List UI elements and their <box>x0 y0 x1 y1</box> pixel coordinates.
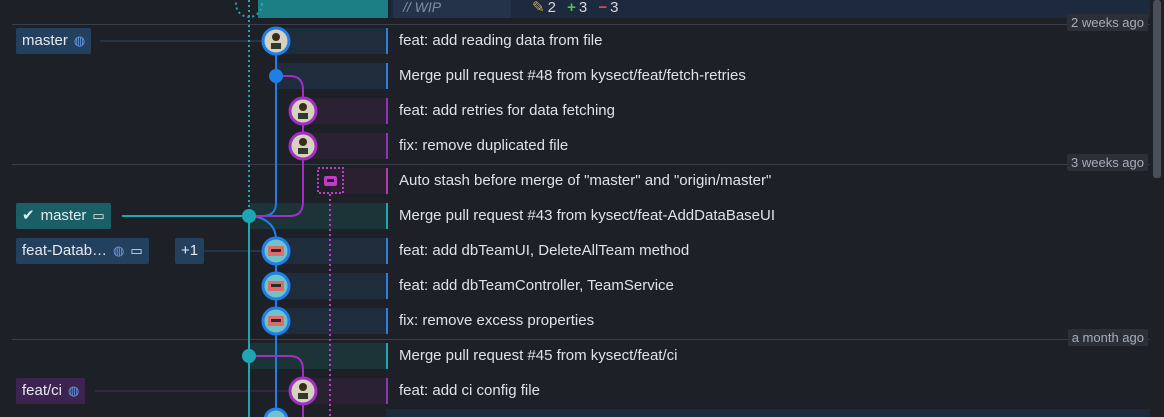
commit-avatar[interactable] <box>263 407 289 417</box>
branch-label-master-local[interactable]: ✔ master ▭ <box>16 203 111 229</box>
commit-avatar[interactable] <box>288 96 318 126</box>
branch-name: master <box>22 32 68 49</box>
branch-label-master-remote[interactable]: master ◍ <box>16 28 92 54</box>
commit-row[interactable]: Merge pull request #43 from kysect/feat-… <box>386 199 1150 233</box>
commit-message: Merge pull request #43 from kysect/feat-… <box>399 207 776 224</box>
commit-row[interactable]: fix: remove excess properties <box>386 304 1150 338</box>
row-accent <box>386 28 388 54</box>
row-accent <box>386 133 388 159</box>
remote-avatar-icon: ◍ <box>73 33 86 48</box>
commit-message: feat: add reading data from file <box>399 32 603 49</box>
commit-avatar[interactable] <box>261 271 291 301</box>
laptop-icon: ▭ <box>130 243 143 258</box>
commit-avatar[interactable] <box>288 376 318 406</box>
row-accent <box>386 378 388 404</box>
row-accent <box>386 343 388 369</box>
commit-message: Merge pull request #48 from kysect/feat/… <box>399 67 746 84</box>
commit-row[interactable]: feat: add reading data from file <box>386 24 1150 58</box>
commit-row[interactable]: feat: add dbTeamController, TeamService <box>386 269 1150 303</box>
commit-message: feat: add dbTeamController, TeamService <box>399 277 674 294</box>
commit-avatar[interactable] <box>261 26 291 56</box>
git-graph-panel: // WIP ✎ 2 +3 −3 2 weeks ago 3 weeks ago … <box>0 0 1164 417</box>
branch-label-feat-database[interactable]: feat-Datab… ◍ ▭ <box>16 238 149 264</box>
commit-message: feat: add ci config file <box>399 382 540 399</box>
commit-row-stash[interactable]: Auto stash before merge of "master" and … <box>386 164 1150 198</box>
commit-avatar[interactable] <box>261 306 291 336</box>
commit-avatar[interactable] <box>288 131 318 161</box>
row-accent <box>386 63 388 89</box>
commit-message: fix: remove excess properties <box>399 312 595 329</box>
commit-row[interactable]: Merge pull request #48 from kysect/feat/… <box>386 59 1150 93</box>
row-accent <box>386 238 388 264</box>
commit-row[interactable]: fix: remove duplicated file <box>386 129 1150 163</box>
row-accent <box>386 203 388 229</box>
vertical-scrollbar[interactable] <box>1153 0 1161 178</box>
branch-label-feat-ci[interactable]: feat/ci ◍ <box>16 378 86 404</box>
commit-message: feat: add retries for data fetching <box>399 102 615 119</box>
commit-row[interactable]: feat: add dbTeamUI, DeleteAllTeam method <box>386 234 1150 268</box>
branch-name: feat-Datab… <box>22 242 108 259</box>
row-accent <box>386 98 388 124</box>
commit-message: Merge pull request #45 from kysect/feat/… <box>399 347 678 364</box>
laptop-icon: ▭ <box>92 208 105 223</box>
commit-message: fix: remove duplicated file <box>399 137 569 154</box>
more-count: +1 <box>181 242 199 259</box>
remote-avatar-icon: ◍ <box>68 383 80 398</box>
branch-name: master <box>40 207 87 224</box>
row-accent <box>386 308 388 334</box>
remote-avatar-icon: ◍ <box>113 243 125 258</box>
commit-row[interactable]: feat: add retries for data fetching <box>386 94 1150 128</box>
stash-icon[interactable] <box>317 167 344 194</box>
commit-row[interactable]: feat: add ci config file <box>386 374 1150 408</box>
merge-commit-node[interactable] <box>242 349 256 363</box>
merge-commit-node[interactable] <box>269 69 283 83</box>
commit-message: feat: add dbTeamUI, DeleteAllTeam method <box>399 242 690 259</box>
commit-row[interactable]: Merge pull request #45 from kysect/feat/… <box>386 339 1150 373</box>
wip-node[interactable] <box>235 0 263 18</box>
commit-row-partial[interactable] <box>386 409 1150 417</box>
commit-message: Auto stash before merge of "master" and … <box>399 172 772 189</box>
more-branches-badge[interactable]: +1 <box>175 238 205 264</box>
commit-avatar[interactable] <box>261 236 291 266</box>
merge-commit-node[interactable] <box>242 209 256 223</box>
row-accent <box>386 273 388 299</box>
check-icon: ✔ <box>22 207 35 224</box>
branch-name: feat/ci <box>22 382 63 399</box>
row-accent <box>386 168 388 194</box>
